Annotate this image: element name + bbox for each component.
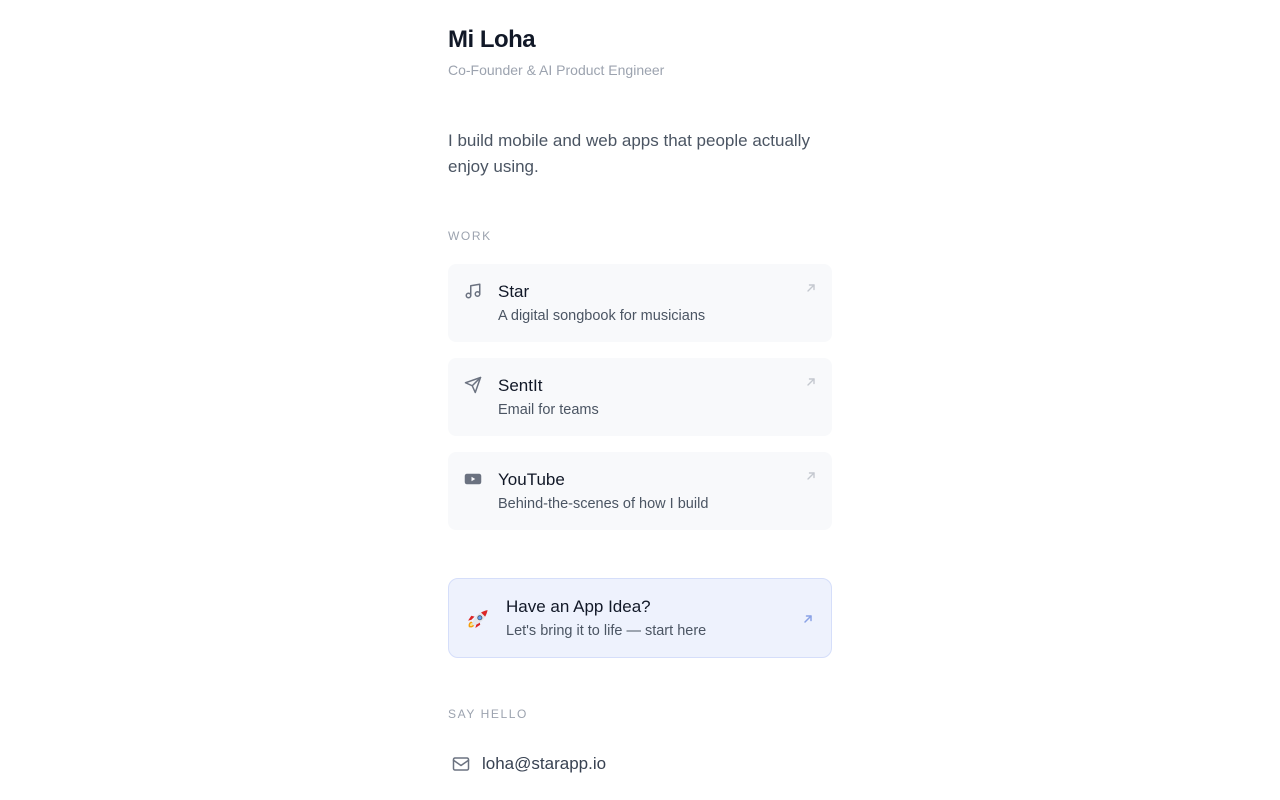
work-card-description: Behind-the-scenes of how I build — [498, 496, 709, 512]
say-hello-section-label: SAY HELLO — [448, 707, 528, 721]
app-idea-cta-card[interactable]: Have an App Idea? Let's bring it to life… — [448, 578, 832, 658]
work-card-youtube[interactable]: YouTube Behind-the-scenes of how I build — [448, 452, 832, 530]
external-link-arrow-icon — [806, 471, 816, 481]
work-card-description: Email for teams — [498, 402, 599, 418]
work-card-description: A digital songbook for musicians — [498, 308, 706, 324]
rocket-icon — [464, 606, 490, 632]
profile-name: Mi Loha — [448, 26, 536, 53]
contact-email: loha@starapp.io — [482, 754, 607, 773]
work-card-sentit[interactable]: SentIt Email for teams — [448, 358, 832, 436]
external-link-arrow-icon — [806, 283, 816, 293]
external-link-arrow-icon — [803, 614, 813, 624]
work-card-star[interactable]: Star A digital songbook for musicians — [448, 264, 832, 342]
profile-bio: I build mobile and web apps that people … — [448, 131, 810, 176]
cta-title: Have an App Idea? — [506, 597, 651, 616]
work-card-title: SentIt — [498, 376, 543, 395]
external-link-arrow-icon — [806, 377, 816, 387]
music-note-icon — [464, 282, 482, 300]
mail-icon — [452, 756, 470, 772]
send-icon — [464, 376, 482, 394]
youtube-icon — [464, 470, 482, 488]
email-link[interactable]: loha@starapp.io — [448, 752, 648, 776]
work-section-label: WORK — [448, 229, 492, 243]
profile-role: Co-Founder & AI Product Engineer — [448, 62, 665, 78]
cta-description: Let's bring it to life — start here — [506, 623, 707, 639]
work-card-title: YouTube — [498, 470, 565, 489]
work-card-title: Star — [498, 282, 530, 301]
